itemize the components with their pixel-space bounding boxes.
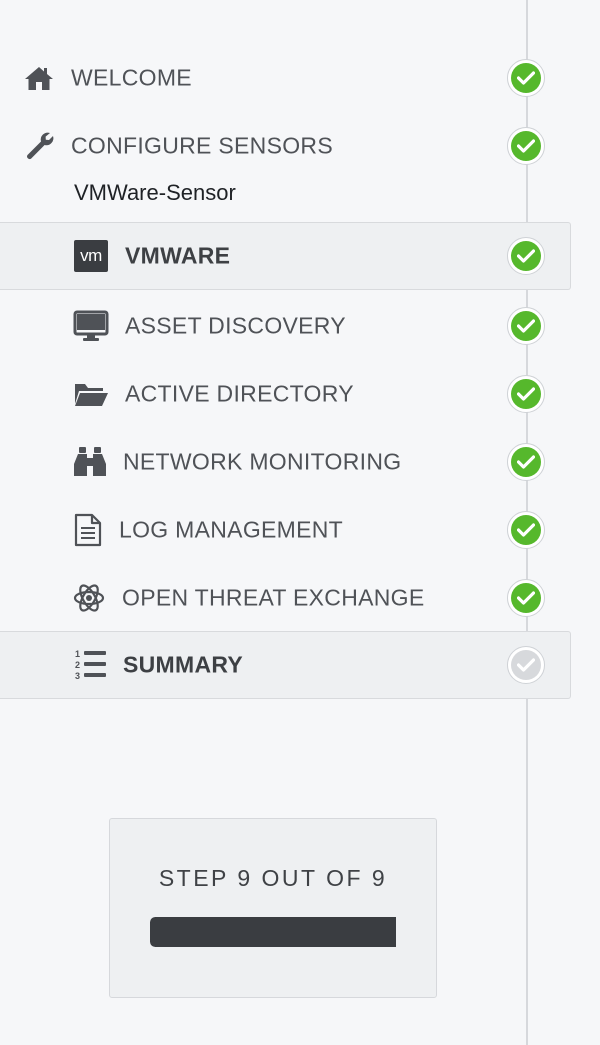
step-progress-bar — [150, 917, 396, 947]
pending-check-icon — [507, 646, 545, 684]
folder-open-icon — [73, 380, 109, 408]
nav-item-label: LOG MANAGEMENT — [119, 516, 344, 543]
vmware-icon: vm — [74, 240, 108, 272]
wrench-icon — [24, 130, 56, 162]
nav-item-label: WELCOME — [71, 64, 192, 91]
nav-item-configure-sensors[interactable]: CONFIGURE SENSORS — [0, 116, 600, 176]
nav-item-asset-discovery[interactable]: ASSET DISCOVERY — [0, 296, 600, 356]
nav-item-label: VMWARE — [125, 242, 231, 269]
numbered-list-icon: 123 — [74, 648, 108, 682]
nav-item-vmware[interactable]: vm VMWARE — [0, 222, 571, 290]
binoculars-icon — [73, 446, 107, 478]
step-progress-fill — [150, 917, 396, 947]
complete-check-icon — [507, 237, 545, 275]
nav-item-label: SUMMARY — [123, 651, 244, 678]
complete-check-icon — [507, 307, 545, 345]
nav-item-summary[interactable]: 123 SUMMARY — [0, 631, 571, 699]
complete-check-icon — [507, 127, 545, 165]
nav-item-open-threat-exchange[interactable]: OPEN THREAT EXCHANGE — [0, 568, 600, 628]
nav-item-label: CONFIGURE SENSORS — [71, 132, 333, 159]
step-progress-panel: STEP 9 OUT OF 9 — [109, 818, 437, 998]
svg-text:2: 2 — [75, 660, 80, 670]
sensor-name: VMWare-Sensor — [74, 180, 236, 205]
monitor-icon — [73, 310, 109, 342]
complete-check-icon — [507, 59, 545, 97]
vmware-icon-text: vm — [80, 246, 102, 265]
nav-item-label: NETWORK MONITORING — [123, 448, 402, 475]
nav-item-log-management[interactable]: LOG MANAGEMENT — [0, 500, 600, 560]
svg-text:3: 3 — [75, 671, 80, 681]
atom-icon — [73, 581, 105, 615]
complete-check-icon — [507, 375, 545, 413]
complete-check-icon — [507, 511, 545, 549]
complete-check-icon — [507, 579, 545, 617]
nav-item-network-monitoring[interactable]: NETWORK MONITORING — [0, 432, 600, 492]
nav-item-label: ACTIVE DIRECTORY — [125, 380, 354, 407]
nav-item-active-directory[interactable]: ACTIVE DIRECTORY — [0, 364, 600, 424]
document-icon — [74, 513, 102, 547]
home-icon — [24, 65, 54, 91]
svg-text:1: 1 — [75, 649, 80, 659]
nav-item-label: ASSET DISCOVERY — [125, 312, 346, 339]
step-progress-label: STEP 9 OUT OF 9 — [158, 865, 388, 891]
complete-check-icon — [507, 443, 545, 481]
nav-item-welcome[interactable]: WELCOME — [0, 48, 600, 108]
nav-item-label: OPEN THREAT EXCHANGE — [122, 584, 425, 611]
